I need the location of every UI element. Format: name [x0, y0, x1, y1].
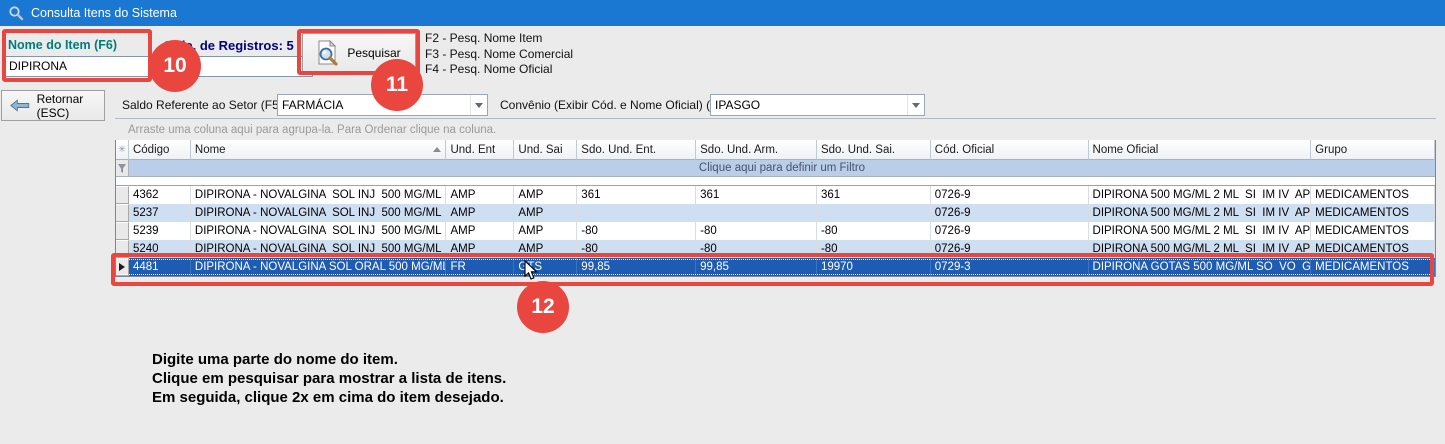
sector-select-value: FARMÁCIA: [278, 98, 470, 112]
grid-header-row[interactable]: ✳CódigoNomeUnd. EntUnd. SaiSdo. Und. Ent…: [116, 140, 1435, 160]
grid-separator: [116, 177, 1435, 186]
grid-filter-row[interactable]: Clique aqui para definir um Filtro: [116, 160, 1435, 177]
agreement-select[interactable]: IPASGO: [710, 94, 925, 116]
cell[interactable]: DIPIRONA - NOVALGINA SOL INJ 500 MG/ML 2…: [191, 204, 447, 222]
row-gutter[interactable]: [116, 222, 129, 240]
cell[interactable]: MEDICAMENTOS: [1311, 204, 1435, 222]
column-header-und-sai[interactable]: Und. Sai: [514, 140, 577, 160]
row-gutter[interactable]: [116, 204, 129, 222]
arrow-left-icon: [10, 98, 30, 113]
return-button-label: Retornar (ESC): [37, 92, 104, 120]
gutter-header-asterisk-icon[interactable]: ✳: [116, 140, 129, 160]
instructions-text: Digite uma parte do nome do item. Clique…: [152, 350, 506, 407]
column-header-c-digo[interactable]: Código: [129, 140, 191, 160]
annotation-step-11: 11: [371, 59, 423, 111]
cell[interactable]: MEDICAMENTOS: [1311, 186, 1435, 204]
cell[interactable]: DIPIRONA 500 MG/ML 2 ML SI IM IV AP: [1089, 204, 1312, 222]
cell[interactable]: AMP: [514, 222, 577, 240]
cell[interactable]: DIPIRONA 500 MG/ML 2 ML SI IM IV AP: [1089, 186, 1312, 204]
cell[interactable]: AMP: [446, 204, 514, 222]
instruction-line-1: Digite uma parte do nome do item.: [152, 350, 506, 369]
cell[interactable]: DIPIRONA - NOVALGINA SOL INJ 500 MG/ML 2…: [191, 186, 447, 204]
cell[interactable]: -80: [696, 222, 817, 240]
annotation-box-12: [111, 253, 1434, 286]
filter-funnel-icon[interactable]: [116, 160, 129, 176]
cell[interactable]: AMP: [514, 204, 577, 222]
table-row[interactable]: 4362DIPIRONA - NOVALGINA SOL INJ 500 MG/…: [116, 186, 1435, 204]
cell[interactable]: AMP: [514, 186, 577, 204]
cell[interactable]: 361: [696, 186, 817, 204]
table-row[interactable]: 5239DIPIRONA - NOVALGINA SOL INJ 500 MG/…: [116, 222, 1435, 240]
cell[interactable]: DIPIRONA 500 MG/ML 2 ML SI IM IV AP: [1089, 222, 1312, 240]
return-button[interactable]: Retornar (ESC): [1, 90, 105, 121]
column-header-nome-oficial[interactable]: Nome Oficial: [1089, 140, 1312, 160]
annotation-step-10: 10: [149, 40, 201, 92]
table-row[interactable]: 5237DIPIRONA - NOVALGINA SOL INJ 500 MG/…: [116, 204, 1435, 222]
instruction-line-2: Clique em pesquisar para mostrar a lista…: [152, 369, 506, 388]
group-by-panel[interactable]: Arraste uma coluna aqui para agrupa-la. …: [115, 118, 1436, 140]
cell[interactable]: [817, 204, 931, 222]
hint-f3: F3 - Pesq. Nome Comercial: [425, 47, 573, 63]
cell[interactable]: 0726-9: [931, 204, 1089, 222]
cell[interactable]: 5237: [129, 204, 191, 222]
function-key-hints: F2 - Pesq. Nome Item F3 - Pesq. Nome Com…: [425, 31, 573, 78]
cell[interactable]: MEDICAMENTOS: [1311, 222, 1435, 240]
chevron-down-icon[interactable]: [470, 95, 487, 115]
row-gutter[interactable]: [116, 186, 129, 204]
hint-f4: F4 - Pesq. Nome Oficial: [425, 62, 573, 78]
cell[interactable]: AMP: [446, 222, 514, 240]
column-header-sdo-und-sai-[interactable]: Sdo. Und. Sai.: [817, 140, 931, 160]
window-title: Consulta Itens do Sistema: [31, 6, 177, 20]
cell[interactable]: 0726-9: [931, 186, 1089, 204]
column-header-sdo-und-ent-[interactable]: Sdo. Und. Ent.: [577, 140, 696, 160]
column-header-c-d-oficial[interactable]: Cód. Oficial: [931, 140, 1089, 160]
cell[interactable]: [696, 204, 817, 222]
column-header-und-ent[interactable]: Und. Ent: [446, 140, 514, 160]
mouse-cursor-icon: [524, 260, 539, 281]
cell[interactable]: [577, 204, 696, 222]
chevron-down-icon[interactable]: [907, 95, 924, 115]
column-header-nome[interactable]: Nome: [191, 140, 447, 160]
agreement-select-value: IPASGO: [711, 98, 907, 112]
filter-hint[interactable]: Clique aqui para definir um Filtro: [129, 160, 1435, 176]
sector-label: Saldo Referente ao Setor (F5): [122, 98, 283, 112]
cell[interactable]: 5239: [129, 222, 191, 240]
annotation-box-10: [2, 29, 152, 82]
sort-ascending-icon: [433, 147, 441, 152]
group-hint: Arraste uma coluna aqui para agrupa-la. …: [128, 124, 496, 136]
cell[interactable]: 0726-9: [931, 222, 1089, 240]
cell[interactable]: 4362: [129, 186, 191, 204]
cell[interactable]: 361: [577, 186, 696, 204]
annotation-step-12: 12: [517, 281, 569, 333]
cell[interactable]: AMP: [446, 186, 514, 204]
app-icon: [8, 5, 24, 21]
column-header-grupo[interactable]: Grupo: [1311, 140, 1435, 160]
instruction-line-3: Em seguida, clique 2x em cima do item de…: [152, 388, 506, 407]
cell[interactable]: -80: [817, 222, 931, 240]
cell[interactable]: DIPIRONA - NOVALGINA SOL INJ 500 MG/ML 2…: [191, 222, 447, 240]
hint-f2: F2 - Pesq. Nome Item: [425, 31, 573, 47]
column-header-sdo-und-arm-[interactable]: Sdo. Und. Arm.: [696, 140, 817, 160]
cell[interactable]: -80: [577, 222, 696, 240]
title-bar: Consulta Itens do Sistema: [0, 0, 1445, 26]
cell[interactable]: 361: [817, 186, 931, 204]
agreement-label: Convênio (Exibir Cód. e Nome Oficial) (F…: [500, 98, 728, 112]
